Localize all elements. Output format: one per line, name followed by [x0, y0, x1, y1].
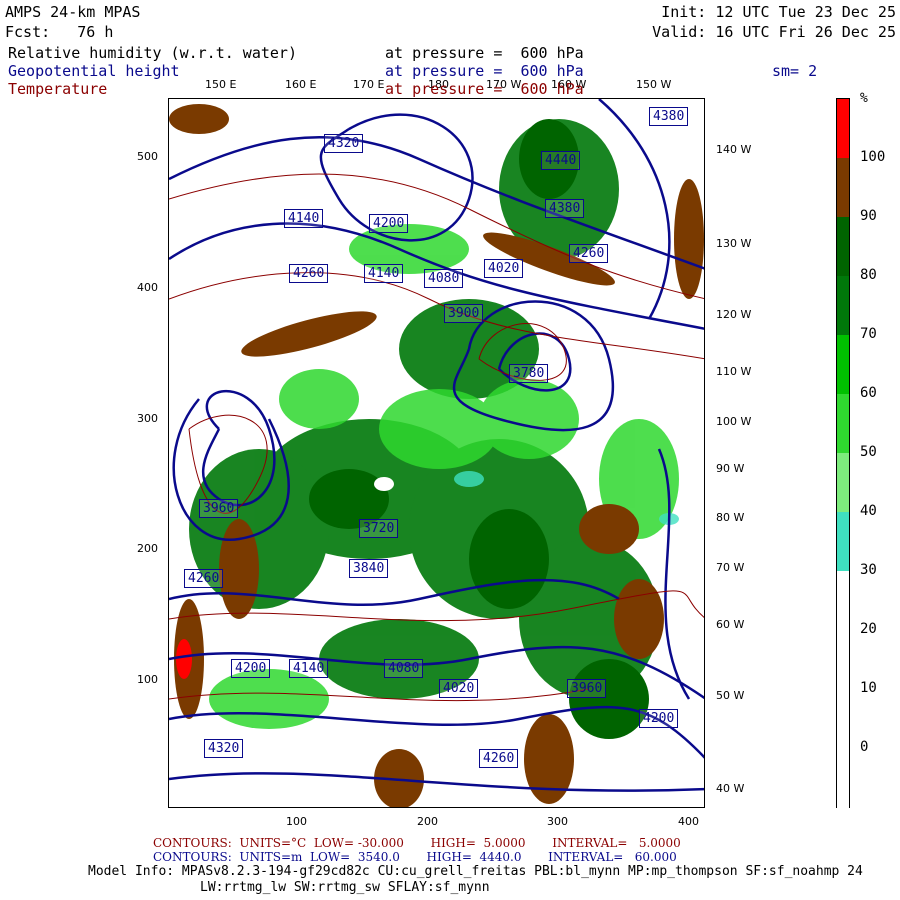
height-contour-label: 4320 [324, 134, 364, 153]
height-contour-label: 4140 [284, 209, 324, 228]
colorbar-label: 50 [860, 444, 877, 460]
colorbar-label: 10 [860, 680, 877, 696]
colorbar-segment [837, 571, 849, 809]
colorbar-label: 0 [860, 739, 869, 755]
lon-label: 130 W [716, 237, 752, 250]
height-contour-info: CONTOURS: UNITS=m LOW= 3540.0 HIGH= 4440… [153, 850, 677, 864]
height-contour-label: 3900 [444, 304, 484, 323]
y-tick-label: 300 [137, 412, 158, 425]
field-temp-level: at pressure = 600 hPa [385, 80, 584, 98]
model-info-line2: LW:rrtmg_lw SW:rrtmg_sw SFLAY:sf_mynn [200, 880, 490, 895]
colorbar-label: 80 [860, 267, 877, 283]
forecast-hour: Fcst: 76 h [5, 23, 114, 41]
lon-label: 140 W [716, 143, 752, 156]
height-contour-label: 4200 [639, 709, 679, 728]
height-contour-label: 3780 [509, 364, 549, 383]
lon-label: 110 W [716, 365, 752, 378]
x-tick-label: 400 [678, 815, 699, 828]
model-info: Model Info: MPASv8.2.3-194-gf29cd82c CU:… [88, 864, 863, 879]
height-contour-label: 4440 [541, 151, 581, 170]
init-time: Init: 12 UTC Tue 23 Dec 25 [661, 3, 896, 21]
lon-label: 80 W [716, 511, 745, 524]
height-contour-label: 4020 [439, 679, 479, 698]
lon-label: 150 E [205, 78, 237, 91]
height-contour-label: 3960 [199, 499, 239, 518]
x-tick-label: 300 [547, 815, 568, 828]
height-contour-label: 4140 [289, 659, 329, 678]
colorbar-segment [837, 99, 849, 158]
height-contour-label: 4260 [479, 749, 519, 768]
field-temp-name: Temperature [8, 80, 108, 98]
lon-label: 50 W [716, 689, 745, 702]
map-plot-area: 4440 4380 4380 4320 4260 4260 4200 4140 … [168, 98, 705, 808]
colorbar-label: 60 [860, 385, 877, 401]
temp-contour-info: CONTOURS: UNITS=°C LOW= -30.000 HIGH= 5.… [153, 836, 681, 850]
lon-label: 40 W [716, 782, 745, 795]
colorbar-segment [837, 512, 849, 571]
colorbar [836, 98, 850, 809]
lon-label: 70 W [716, 561, 745, 574]
height-contour-label: 3720 [359, 519, 399, 538]
colorbar-label: 90 [860, 208, 877, 224]
lon-label: 120 W [716, 308, 752, 321]
lon-label: 90 W [716, 462, 745, 475]
field-rh-level: at pressure = 600 hPa [385, 44, 584, 62]
valid-time: Valid: 16 UTC Fri 26 Dec 25 [652, 23, 896, 41]
height-contour-label: 4260 [289, 264, 329, 283]
height-contour-label: 4140 [364, 264, 404, 283]
height-contour-label: 4320 [204, 739, 244, 758]
field-height-name: Geopotential height [8, 62, 180, 80]
x-tick-label: 200 [417, 815, 438, 828]
colorbar-unit: % [860, 91, 868, 106]
lon-label: 100 W [716, 415, 752, 428]
colorbar-label: 20 [860, 621, 877, 637]
smoothing-label: sm= 2 [772, 62, 818, 80]
y-tick-label: 400 [137, 281, 158, 294]
height-contour-label: 4020 [484, 259, 524, 278]
height-contour-label: 3960 [567, 679, 607, 698]
colorbar-segment [837, 158, 849, 217]
lon-label: 170 E [353, 78, 385, 91]
colorbar-label: 40 [860, 503, 877, 519]
height-contour-label: 4380 [545, 199, 585, 218]
colorbar-segment [837, 217, 849, 276]
colorbar-label: 30 [860, 562, 877, 578]
height-contour-label: 4200 [231, 659, 271, 678]
colorbar-segment [837, 394, 849, 453]
height-contour-label: 3840 [349, 559, 389, 578]
y-tick-label: 500 [137, 150, 158, 163]
lon-label: 150 W [636, 78, 672, 91]
x-tick-label: 100 [286, 815, 307, 828]
colorbar-label: 100 [860, 149, 886, 165]
height-contour-label: 4200 [369, 214, 409, 233]
field-rh-name: Relative humidity (w.r.t. water) [8, 44, 297, 62]
colorbar-label: 70 [860, 326, 877, 342]
height-contour-label: 4080 [384, 659, 424, 678]
lon-label: 160 E [285, 78, 317, 91]
lon-label: 60 W [716, 618, 745, 631]
y-tick-label: 200 [137, 542, 158, 555]
colorbar-segment [837, 276, 849, 335]
colorbar-segment [837, 335, 849, 394]
y-tick-label: 100 [137, 673, 158, 686]
height-contour-label: 4260 [569, 244, 609, 263]
height-contour-label: 4260 [184, 569, 224, 588]
colorbar-segment [837, 453, 849, 512]
height-label-layer: 4440 4380 4380 4320 4260 4260 4200 4140 … [169, 99, 704, 807]
height-contour-label: 4380 [649, 107, 689, 126]
model-title: AMPS 24-km MPAS [5, 3, 141, 21]
height-contour-label: 4080 [424, 269, 464, 288]
weather-map-page: AMPS 24-km MPAS Fcst: 76 h Init: 12 UTC … [0, 0, 900, 900]
